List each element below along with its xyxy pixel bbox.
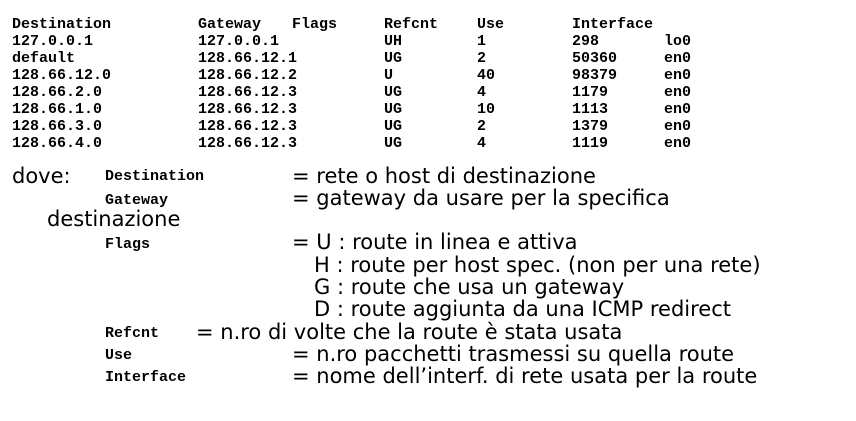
cell-iface-name: en0 bbox=[664, 84, 692, 101]
cell-interface: 98379 bbox=[572, 67, 618, 84]
cell-gateway: 128.66.12.2 bbox=[198, 67, 298, 84]
table-row: 128.66.3.0 128.66.12.3 UG 2 1379 en0 bbox=[12, 118, 691, 135]
cell-use: 4 bbox=[477, 135, 487, 152]
cell-interface: 1113 bbox=[572, 101, 609, 118]
cell-refcnt: UG bbox=[384, 84, 403, 101]
interface-term: Interface bbox=[105, 369, 187, 386]
table-row: 127.0.0.1 127.0.0.1 UH 1 298 lo0 bbox=[12, 33, 691, 50]
cell-interface: 50360 bbox=[572, 50, 618, 67]
header-destination: Destination bbox=[12, 16, 112, 33]
gateway-desc: = gateway da usare per la specifica bbox=[292, 186, 670, 210]
cell-interface: 298 bbox=[572, 33, 600, 50]
cell-gateway: 128.66.12.1 bbox=[198, 50, 298, 67]
flags-term: Flags bbox=[105, 236, 151, 253]
cell-iface-name: en0 bbox=[664, 118, 692, 135]
cell-refcnt: UG bbox=[384, 135, 403, 152]
table-header-row: Destination Gateway Flags Refcnt Use Int… bbox=[12, 16, 653, 33]
header-flags: Flags bbox=[292, 16, 338, 33]
cell-iface-name: en0 bbox=[664, 67, 692, 84]
cell-iface-name: en0 bbox=[664, 135, 692, 152]
table-row: 128.66.4.0 128.66.12.3 UG 4 1119 en0 bbox=[12, 135, 691, 152]
cell-interface: 1179 bbox=[572, 84, 609, 101]
cell-refcnt: U bbox=[384, 67, 394, 84]
flags-desc-h: H : route per host spec. (non per una re… bbox=[314, 253, 761, 277]
cell-refcnt: UG bbox=[384, 118, 403, 135]
table-row: default 128.66.12.1 UG 2 50360 en0 bbox=[12, 50, 691, 67]
flags-desc-d: D : route aggiunta da una ICMP redirect bbox=[314, 297, 731, 321]
cell-destination: default bbox=[12, 50, 76, 67]
cell-interface: 1379 bbox=[572, 118, 609, 135]
cell-gateway: 128.66.12.3 bbox=[198, 101, 298, 118]
cell-gateway: 128.66.12.3 bbox=[198, 135, 298, 152]
dove-label: dove: bbox=[12, 164, 71, 188]
cell-refcnt: UG bbox=[384, 50, 403, 67]
routing-table: Destination Gateway Flags Refcnt Use Int… bbox=[12, 16, 691, 152]
cell-refcnt: UH bbox=[384, 33, 403, 50]
gateway-desc-cont: destinazione bbox=[47, 207, 181, 231]
cell-use: 40 bbox=[477, 67, 496, 84]
header-refcnt: Refcnt bbox=[384, 16, 439, 33]
cell-iface-name: en0 bbox=[664, 101, 692, 118]
cell-iface-name: lo0 bbox=[664, 33, 692, 50]
destination-term: Destination bbox=[105, 168, 205, 185]
cell-refcnt: UG bbox=[384, 101, 403, 118]
cell-interface: 1119 bbox=[572, 135, 609, 152]
cell-destination: 128.66.3.0 bbox=[12, 118, 103, 135]
cell-gateway: 128.66.12.3 bbox=[198, 84, 298, 101]
refcnt-term: Refcnt bbox=[105, 325, 160, 342]
cell-use: 10 bbox=[477, 101, 496, 118]
cell-destination: 128.66.1.0 bbox=[12, 101, 103, 118]
cell-destination: 128.66.4.0 bbox=[12, 135, 103, 152]
use-term: Use bbox=[105, 347, 133, 364]
cell-destination: 128.66.2.0 bbox=[12, 84, 103, 101]
interface-desc: = nome dell’interf. di rete usata per la… bbox=[292, 364, 758, 388]
flags-desc-g: G : route che usa un gateway bbox=[314, 275, 625, 299]
cell-use: 4 bbox=[477, 84, 487, 101]
cell-use: 2 bbox=[477, 50, 487, 67]
destination-desc: = rete o host di destinazione bbox=[292, 164, 596, 188]
table-row: 128.66.12.0 128.66.12.2 U 40 98379 en0 bbox=[12, 67, 691, 84]
header-interface: Interface bbox=[572, 16, 654, 33]
cell-use: 1 bbox=[477, 33, 487, 50]
table-row: 128.66.2.0 128.66.12.3 UG 4 1179 en0 bbox=[12, 84, 691, 101]
flags-desc-u: = U : route in linea e attiva bbox=[292, 230, 578, 254]
cell-iface-name: en0 bbox=[664, 50, 692, 67]
cell-gateway: 128.66.12.3 bbox=[198, 118, 298, 135]
cell-destination: 127.0.0.1 bbox=[12, 33, 94, 50]
cell-use: 2 bbox=[477, 118, 487, 135]
cell-destination: 128.66.12.0 bbox=[12, 67, 112, 84]
table-row: 128.66.1.0 128.66.12.3 UG 10 1113 en0 bbox=[12, 101, 691, 118]
use-desc: = n.ro pacchetti trasmessi su quella rou… bbox=[292, 342, 735, 366]
cell-gateway: 127.0.0.1 bbox=[198, 33, 280, 50]
header-gateway: Gateway bbox=[198, 16, 262, 33]
refcnt-desc: = n.ro di volte che la route è stata usa… bbox=[196, 320, 623, 344]
header-use: Use bbox=[477, 16, 505, 33]
